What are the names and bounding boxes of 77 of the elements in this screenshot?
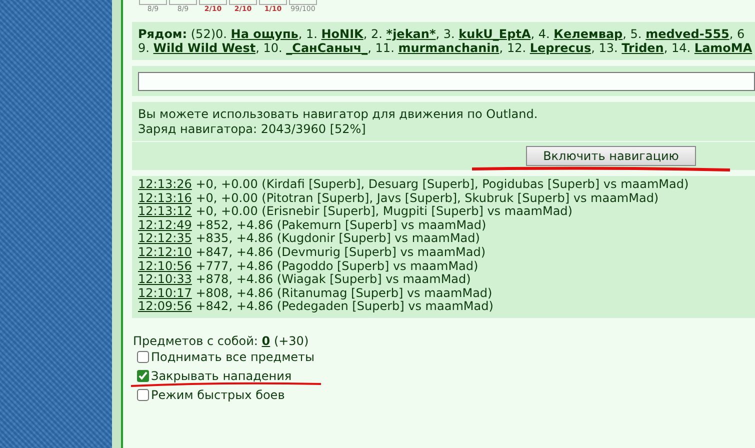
items-count-link[interactable]: 0 xyxy=(262,334,270,348)
player-link[interactable]: kukU_EptA xyxy=(458,27,531,41)
player-link[interactable]: *jekan* xyxy=(386,27,436,41)
player-link[interactable]: Wild Wild West xyxy=(153,41,256,55)
items-extra: (+30) xyxy=(274,334,309,348)
navigator-text: Вы можете использовать навигатор для движения по Outland. xyxy=(138,107,539,122)
player-number: 6 xyxy=(737,27,745,41)
checkbox[interactable] xyxy=(137,370,149,382)
separator: , xyxy=(499,41,504,55)
player-number: 10. xyxy=(263,41,282,55)
player-number: 3. xyxy=(443,27,455,41)
log-entry: +842, +4.86 (Pedegaden [Superb] vs maamMad) xyxy=(196,299,494,314)
nearby-label: Рядом: xyxy=(138,27,188,41)
player-link[interactable]: _СанСаныч_ xyxy=(286,41,368,55)
stat-frame xyxy=(139,0,167,5)
time-link[interactable]: 12:10:33 xyxy=(138,272,192,286)
log-entry: +0, +0.00 (Kirdafi [Superb], Desuarg [Superb], Pogidubas [Superb] vs maamMad) xyxy=(196,177,689,191)
stat-frame xyxy=(259,0,287,5)
navigator-text: Заряд навигатора: 2043/3960 [52%] xyxy=(138,122,367,137)
checkbox-label: Режим быстрых боев xyxy=(151,386,285,404)
time-link[interactable]: 12:12:10 xyxy=(138,244,192,259)
stat-frame xyxy=(229,0,257,5)
player-link[interactable]: medved-555 xyxy=(646,27,730,41)
player-link[interactable]: Келемвар xyxy=(554,27,623,41)
player-number: 5. xyxy=(630,27,642,41)
log-entry: +0, +0.00 (Erisnebir [Superb], Mugpiti [Superb] vs maamMad) xyxy=(196,204,572,218)
time-link[interactable]: 12:13:16 xyxy=(138,190,192,205)
player-link[interactable]: LamoMA xyxy=(694,41,752,55)
time-link[interactable]: 12:12:49 xyxy=(138,218,192,232)
time-link[interactable]: 12:10:56 xyxy=(138,258,192,273)
time-link[interactable]: 12:09:56 xyxy=(138,299,192,314)
time-link[interactable]: 12:13:26 xyxy=(138,177,192,191)
separator: , xyxy=(298,27,302,41)
player-number: 12. xyxy=(506,41,526,55)
player-link[interactable]: На ощупь xyxy=(230,27,298,41)
checkbox-label: Закрывать нападения xyxy=(151,368,292,385)
player-link[interactable]: Leprecus xyxy=(530,41,592,55)
nearby-count: (52) xyxy=(190,27,216,41)
player-number: 9. xyxy=(138,41,150,55)
player-link[interactable]: Triden xyxy=(622,41,664,55)
separator: , xyxy=(729,27,734,41)
log-entry: +852, +4.86 (Pakemurn [Superb] vs maamMad) xyxy=(196,218,486,232)
player-number: 0. xyxy=(216,27,227,41)
time-link[interactable]: 12:13:12 xyxy=(138,204,192,218)
player-number: 2. xyxy=(371,27,382,41)
player-number: 13. xyxy=(598,41,618,55)
log-entry: +847, +4.86 (Devmurig [Superb] vs maamMad) xyxy=(196,244,486,259)
log-entry: +777, +4.86 (Pagoddo [Superb] vs maamMad) xyxy=(196,258,478,273)
log-entry: +808, +4.86 (Ritanumag [Superb] vs maamMad) xyxy=(196,286,492,300)
checkbox[interactable] xyxy=(137,389,149,402)
separator: , xyxy=(622,27,626,41)
time-link[interactable]: 12:12:35 xyxy=(138,231,192,246)
separator: , xyxy=(436,27,440,41)
separator: , xyxy=(530,27,535,41)
message-field[interactable] xyxy=(138,72,755,91)
log-entry: +0, +0.00 (Pitotran [Superb], Javs [Superb], Skubruk [Superb] vs maamMad) xyxy=(196,190,659,205)
separator: , xyxy=(256,41,260,55)
player-link[interactable]: murmanchanin xyxy=(398,41,500,55)
separator: , xyxy=(591,41,595,55)
time-link[interactable]: 12:10:17 xyxy=(138,286,192,300)
stat-frame xyxy=(169,0,197,5)
log-entry: +835, +4.86 (Kugdonir [Superb] vs maamMad) xyxy=(196,231,480,246)
items-label: Предметов с собой: xyxy=(133,334,258,348)
stat-frame xyxy=(199,0,227,5)
player-number: 11. xyxy=(375,41,394,55)
separator: , xyxy=(363,27,368,41)
player-number: 14. xyxy=(672,41,691,55)
navigation-button[interactable]: Включить навигацию xyxy=(526,146,696,166)
checkbox[interactable] xyxy=(137,351,149,364)
stat-frame xyxy=(289,0,317,5)
separator: , xyxy=(664,41,668,55)
log-entry: +878, +4.86 (Wiagak [Superb] vs maamMad) xyxy=(196,272,471,286)
separator: , xyxy=(368,41,372,55)
player-number: 1. xyxy=(306,27,318,41)
player-number: 4. xyxy=(538,27,550,41)
checkbox-label: Поднимать все предметы xyxy=(151,348,314,366)
player-link[interactable]: HoNIK xyxy=(321,27,364,41)
